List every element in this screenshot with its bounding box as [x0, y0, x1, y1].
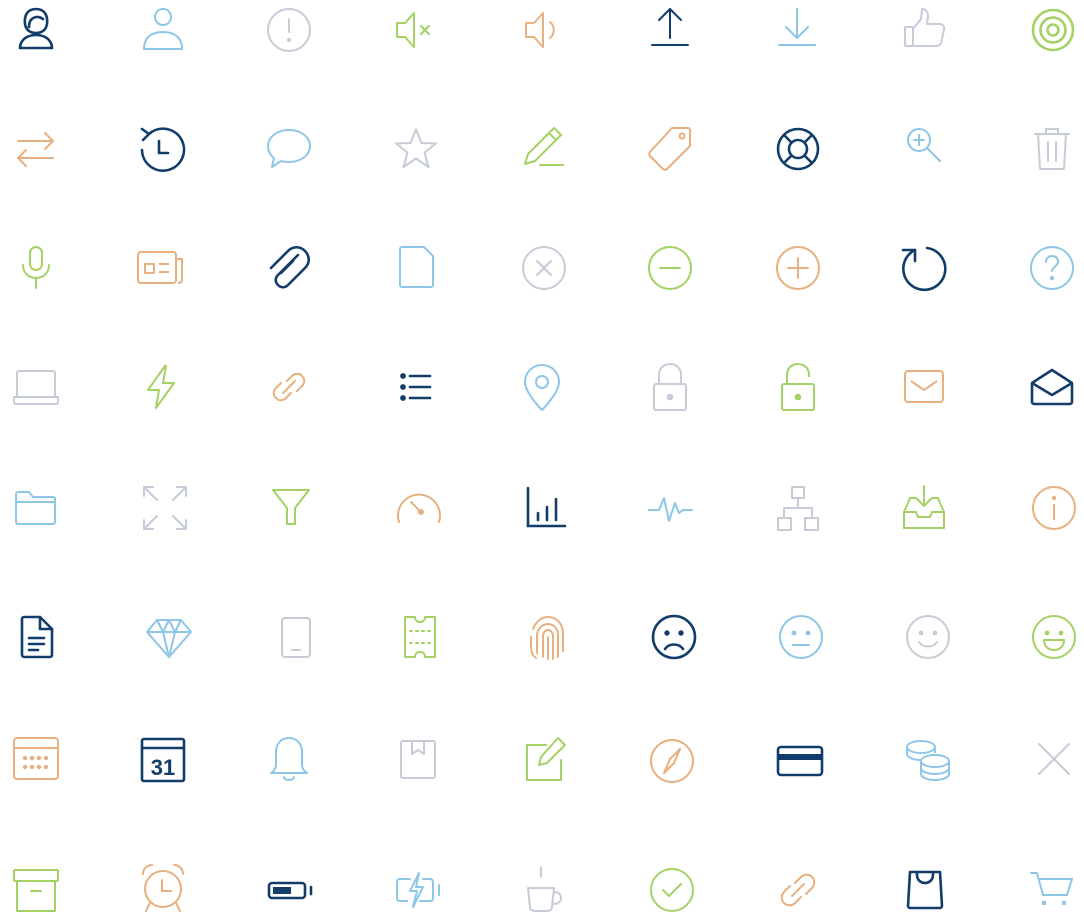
- edit-square-icon: [515, 729, 575, 789]
- coffee-cup-icon: [514, 853, 574, 913]
- volume-up-icon: [513, 0, 573, 60]
- happy-face-icon: [1024, 607, 1084, 667]
- pencil-icon: [514, 119, 574, 179]
- plus-circle-icon: [768, 238, 828, 298]
- unlock-icon: [768, 357, 828, 417]
- link-chain-icon: [768, 853, 828, 913]
- lock-icon: [640, 357, 700, 417]
- newspaper-icon: [131, 238, 191, 298]
- user-icon: [133, 0, 193, 60]
- inbox-download-icon: [894, 478, 954, 538]
- lifebuoy-icon: [768, 119, 828, 179]
- shopping-bag-icon: [895, 853, 955, 913]
- target-icon: [1023, 0, 1083, 60]
- chat-bubble-icon: [259, 119, 319, 179]
- speedometer-icon: [389, 478, 449, 538]
- smile-face-icon: [898, 607, 958, 667]
- user-hijab-icon: [6, 0, 66, 60]
- document-text-icon: [6, 607, 66, 667]
- alert-circle-icon: [259, 0, 319, 60]
- alarm-clock-icon: [133, 853, 193, 913]
- history-icon: [131, 119, 191, 179]
- icon-grid: 31: [0, 0, 1084, 913]
- close-circle-icon: [514, 238, 574, 298]
- list-icon: [386, 357, 446, 417]
- calendar-date-icon: 31: [133, 729, 193, 789]
- ticket-icon: [390, 607, 450, 667]
- battery-charging-icon: [387, 853, 447, 913]
- calendar-date-label: 31: [151, 755, 175, 780]
- info-circle-icon: [1024, 478, 1084, 538]
- coins-icon: [897, 729, 957, 789]
- bookmark-box-icon: [388, 729, 448, 789]
- lightning-icon: [131, 357, 191, 417]
- volume-mute-icon: [386, 0, 446, 60]
- mail-open-icon: [1022, 357, 1082, 417]
- laptop-icon: [6, 357, 66, 417]
- star-icon: [386, 119, 446, 179]
- credit-card-icon: [770, 729, 830, 789]
- check-circle-icon: [642, 853, 702, 913]
- paperclip-icon: [259, 238, 319, 298]
- thumbs-up-icon: [895, 0, 955, 60]
- neutral-face-icon: [771, 607, 831, 667]
- compass-icon: [642, 729, 702, 789]
- link-diagonal-icon: [259, 357, 319, 417]
- tablet-icon: [266, 607, 326, 667]
- filter-icon: [261, 478, 321, 538]
- bell-icon: [259, 729, 319, 789]
- help-circle-icon: [1022, 238, 1082, 298]
- expand-icon: [135, 478, 195, 538]
- zoom-in-icon: [894, 119, 954, 179]
- fingerprint-icon: [517, 607, 577, 667]
- battery-icon: [260, 853, 320, 913]
- upload-icon: [640, 0, 700, 60]
- refresh-icon: [894, 238, 954, 298]
- archive-box-icon: [6, 853, 66, 913]
- minus-circle-icon: [640, 238, 700, 298]
- sad-face-icon: [644, 607, 704, 667]
- folder-icon: [6, 478, 66, 538]
- swap-arrows-icon: [6, 119, 66, 179]
- trash-icon: [1022, 119, 1082, 179]
- diamond-icon: [139, 607, 199, 667]
- download-icon: [767, 0, 827, 60]
- pulse-icon: [640, 478, 700, 538]
- mail-icon: [894, 357, 954, 417]
- tag-icon: [640, 119, 700, 179]
- calendar-grid-icon: [6, 729, 66, 789]
- map-pin-icon: [512, 357, 572, 417]
- file-icon: [386, 238, 446, 298]
- bar-chart-icon: [514, 478, 574, 538]
- shopping-cart-icon: [1022, 853, 1082, 913]
- sitemap-icon: [768, 478, 828, 538]
- close-icon: [1024, 729, 1084, 789]
- microphone-icon: [6, 238, 66, 298]
